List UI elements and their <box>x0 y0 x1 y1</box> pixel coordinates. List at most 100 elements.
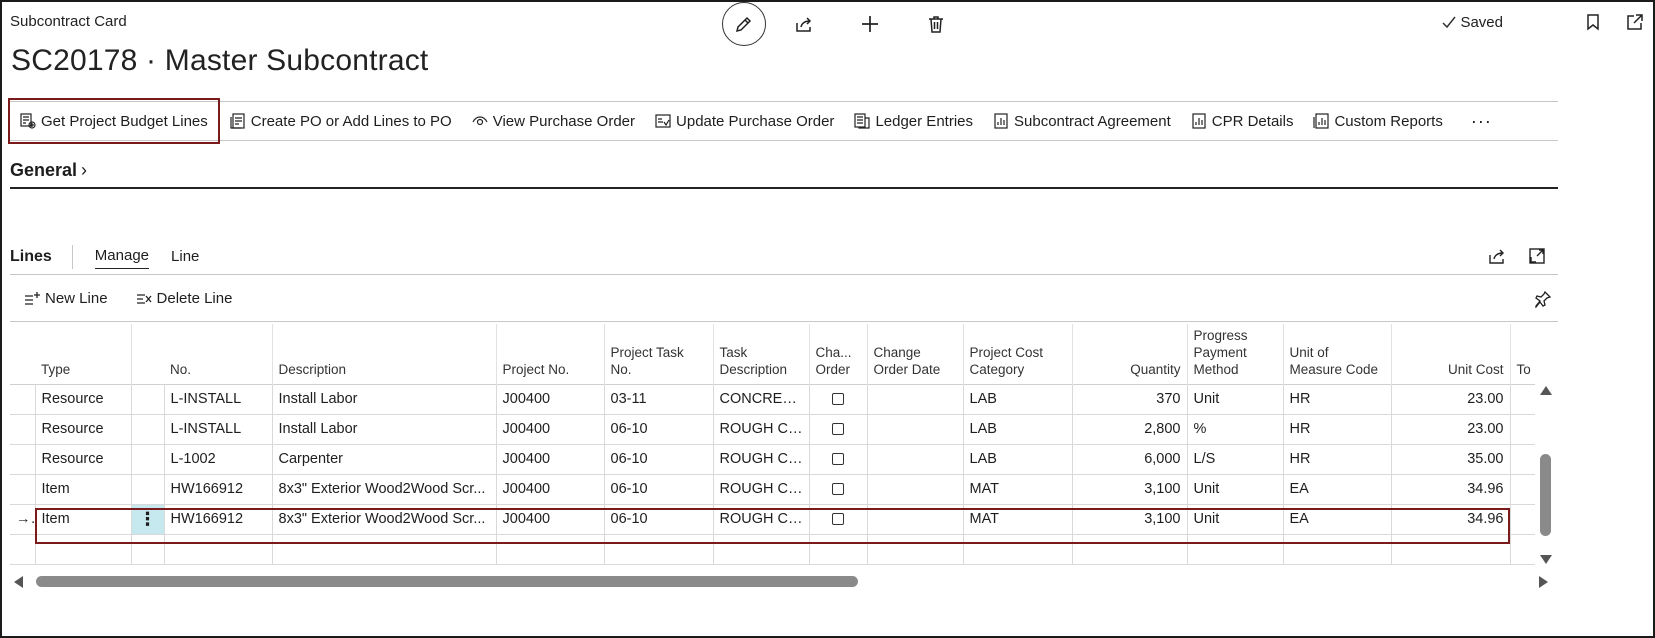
cell-quantity[interactable]: 3,100 <box>1072 504 1188 535</box>
cell-unit-cost[interactable]: 23.00 <box>1391 414 1511 445</box>
row-menu[interactable] <box>131 414 165 445</box>
cell-unit-of-measure-code[interactable] <box>1283 534 1392 565</box>
cell-project-no[interactable]: J00400 <box>496 444 605 475</box>
cell-task-description[interactable]: CONCRETE... <box>713 384 810 415</box>
update-purchase-order-button[interactable]: Update Purchase Order <box>645 102 844 140</box>
cell-project-cost-category[interactable]: LAB <box>963 444 1073 475</box>
cell-progress-payment-method[interactable]: Unit <box>1187 504 1284 535</box>
cell-unit-cost[interactable]: 34.96 <box>1391 504 1511 535</box>
cell-no[interactable]: L-1002 <box>164 444 273 475</box>
horizontal-scrollbar[interactable] <box>14 574 1554 590</box>
cell-quantity[interactable]: 3,100 <box>1072 474 1188 505</box>
col-quantity[interactable]: Quantity <box>1072 324 1188 384</box>
expand-icon[interactable] <box>1528 247 1548 267</box>
tab-manage[interactable]: Manage <box>94 245 150 269</box>
cpr-details-button[interactable]: CPR Details <box>1181 102 1304 140</box>
delete-icon[interactable] <box>914 2 958 46</box>
cell-no[interactable]: L-INSTALL <box>164 414 273 445</box>
col-unit-cost[interactable]: Unit Cost <box>1391 324 1511 384</box>
scroll-left-arrow-icon[interactable] <box>14 576 23 588</box>
share-icon[interactable] <box>782 2 826 46</box>
cell-project-cost-category[interactable]: LAB <box>963 414 1073 445</box>
cell-project-cost-category[interactable]: MAT <box>963 474 1073 505</box>
cell-description[interactable]: 8x3" Exterior Wood2Wood Scr... <box>272 474 497 505</box>
table-row[interactable]: → Item ⋮ HW166912 8x3" Exterior Wood2Wood Sc… <box>10 504 1535 535</box>
cell-project-no[interactable]: J00400 <box>496 414 605 445</box>
pin-icon[interactable] <box>1534 290 1552 309</box>
row-menu-icon[interactable]: ⋮ <box>131 504 165 535</box>
col-no[interactable]: No. <box>164 324 273 384</box>
scroll-right-arrow-icon[interactable] <box>1539 576 1548 588</box>
bookmark-icon[interactable] <box>1583 12 1603 32</box>
scroll-up-arrow-icon[interactable] <box>1540 386 1552 395</box>
change-order-checkbox[interactable] <box>809 414 868 445</box>
new-line-button[interactable]: New Line <box>10 280 122 318</box>
arrow-right-icon[interactable]: → <box>10 504 36 535</box>
row-selector[interactable] <box>10 444 36 475</box>
cell-change-order-date[interactable] <box>867 414 964 445</box>
cell-change-order-date[interactable] <box>867 444 964 475</box>
general-section-header[interactable]: General › <box>10 160 1558 189</box>
open-new-window-icon[interactable] <box>1625 12 1645 32</box>
add-icon[interactable] <box>848 2 892 46</box>
row-selector[interactable] <box>10 414 36 445</box>
cell-type[interactable]: Item <box>35 504 132 535</box>
cell-unit-of-measure-code[interactable]: EA <box>1283 504 1392 535</box>
more-actions-button[interactable]: ··· <box>1461 102 1502 140</box>
share-icon[interactable] <box>1488 247 1508 267</box>
col-description[interactable]: Description <box>272 324 497 384</box>
row-selector[interactable] <box>10 474 36 505</box>
col-task-description[interactable]: Task Description <box>713 324 810 384</box>
cell-total[interactable] <box>1510 414 1535 445</box>
cell-total[interactable] <box>1510 384 1535 415</box>
cell-total[interactable] <box>1510 474 1535 505</box>
col-project-no[interactable]: Project No. <box>496 324 605 384</box>
cell-no[interactable]: HW166912 <box>164 504 273 535</box>
checkbox[interactable] <box>832 423 844 436</box>
cell-type[interactable] <box>35 534 132 565</box>
scroll-down-arrow-icon[interactable] <box>1540 555 1552 564</box>
cell-description[interactable] <box>272 534 497 565</box>
cell-no[interactable]: L-INSTALL <box>164 384 273 415</box>
cell-unit-cost[interactable]: 35.00 <box>1391 444 1511 475</box>
horizontal-scroll-thumb[interactable] <box>36 576 858 587</box>
cell-type[interactable]: Resource <box>35 384 132 415</box>
table-row[interactable]: Resource L-INSTALL Install Labor J00400 06-1… <box>10 414 1535 445</box>
cell-task-description[interactable]: ROUGH CA... <box>713 444 810 475</box>
cell-total[interactable] <box>1510 504 1535 535</box>
cell-change-order-date[interactable] <box>867 534 964 565</box>
cell-project-cost-category[interactable] <box>963 534 1073 565</box>
col-total[interactable]: To <box>1510 324 1535 384</box>
delete-line-button[interactable]: Delete Line <box>122 280 247 318</box>
checkbox[interactable] <box>832 453 844 466</box>
cell-project-no[interactable]: J00400 <box>496 474 605 505</box>
row-selector[interactable] <box>10 534 36 565</box>
cell-quantity[interactable]: 370 <box>1072 384 1188 415</box>
change-order-checkbox[interactable] <box>809 474 868 505</box>
cell-progress-payment-method[interactable]: Unit <box>1187 384 1284 415</box>
change-order-checkbox[interactable] <box>809 504 868 535</box>
cell-task-description[interactable]: ROUGH CA... <box>713 504 810 535</box>
cell-total[interactable] <box>1510 444 1535 475</box>
table-row[interactable]: Resource L-INSTALL Install Labor J00400 03-1… <box>10 384 1535 415</box>
cell-change-order-date[interactable] <box>867 504 964 535</box>
cell-no[interactable] <box>164 534 273 565</box>
col-project-cost-category[interactable]: Project Cost Category <box>963 324 1073 384</box>
col-change-order[interactable]: Cha... Order <box>809 324 868 384</box>
cell-project-task-no[interactable]: 06-10 <box>604 474 714 505</box>
col-progress-payment-method[interactable]: Progress Payment Method <box>1187 324 1284 384</box>
cell-project-task-no[interactable] <box>604 534 714 565</box>
custom-reports-button[interactable]: Custom Reports <box>1303 102 1452 140</box>
cell-unit-cost[interactable] <box>1391 534 1511 565</box>
get-project-budget-lines-button[interactable]: Get Project Budget Lines <box>8 98 220 144</box>
cell-unit-of-measure-code[interactable]: HR <box>1283 384 1392 415</box>
cell-task-description[interactable]: ROUGH CA... <box>713 474 810 505</box>
cell-no[interactable]: HW166912 <box>164 474 273 505</box>
cell-description[interactable]: Install Labor <box>272 384 497 415</box>
cell-unit-of-measure-code[interactable]: HR <box>1283 414 1392 445</box>
row-selector[interactable] <box>10 384 36 415</box>
cell-project-no[interactable]: J00400 <box>496 384 605 415</box>
cell-project-cost-category[interactable]: LAB <box>963 384 1073 415</box>
cell-progress-payment-method[interactable] <box>1187 534 1284 565</box>
create-po-button[interactable]: Create PO or Add Lines to PO <box>220 102 462 140</box>
